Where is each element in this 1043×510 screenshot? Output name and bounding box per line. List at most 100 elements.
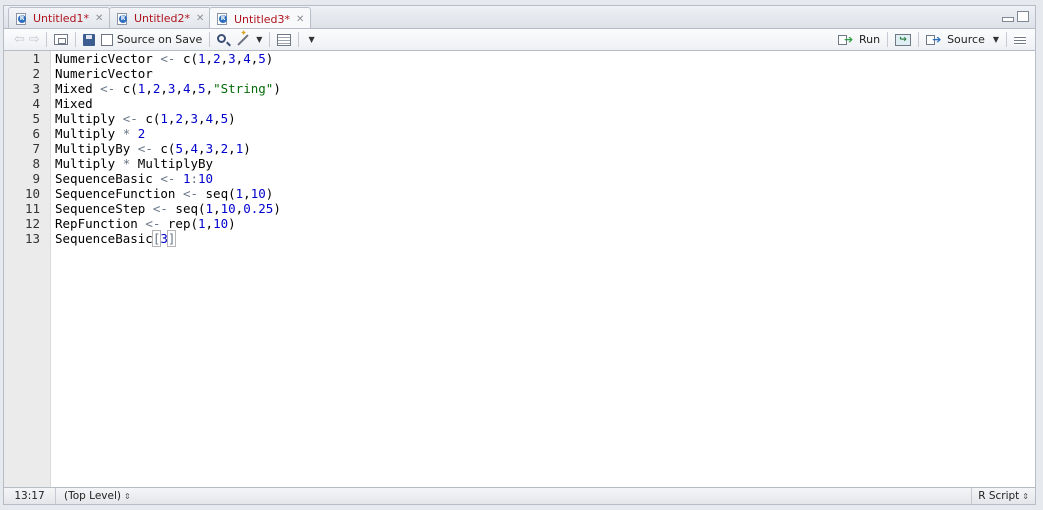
- code-token: ,: [205, 51, 214, 66]
- updown-icon: ⇕: [123, 492, 131, 501]
- code-token: 10: [198, 171, 214, 186]
- code-line[interactable]: Mixed <- c(1,2,3,4,5,"String"): [55, 81, 1035, 96]
- code-line[interactable]: NumericVector: [55, 66, 1035, 81]
- code-line[interactable]: SequenceBasic <- 1:10: [55, 171, 1035, 186]
- toolbar-separator: [209, 32, 211, 47]
- code-token: :: [190, 171, 199, 186]
- rerun-button[interactable]: ↪: [892, 30, 914, 49]
- code-token: 1: [205, 201, 214, 216]
- run-icon: ➔: [837, 33, 856, 46]
- file-type-label: R Script: [978, 490, 1020, 502]
- code-token: seq(: [167, 201, 206, 216]
- forward-arrow-icon[interactable]: ⇨: [27, 32, 42, 47]
- code-tools-button[interactable]: ▼: [233, 30, 265, 49]
- code-token: 2: [213, 51, 221, 66]
- toolbar-separator: [45, 32, 47, 47]
- code-token: seq(: [198, 186, 236, 201]
- source-on-save-toggle[interactable]: Source on Save: [98, 30, 205, 49]
- code-token: 2: [137, 126, 146, 141]
- code-token: c(: [175, 51, 198, 66]
- line-number: 5: [32, 111, 40, 126]
- save-icon: [82, 33, 95, 46]
- scope-selector[interactable]: (Top Level) ⇕: [56, 490, 131, 502]
- pane-window-controls: [1002, 11, 1029, 22]
- code-token: ,: [213, 111, 221, 126]
- code-token: ,: [205, 81, 214, 96]
- code-token: c(: [152, 141, 176, 156]
- report-icon: [277, 33, 292, 46]
- file-type-selector[interactable]: R Script ⇕: [971, 488, 1035, 504]
- code-token: 3: [228, 51, 236, 66]
- tab-untitled3[interactable]: R Untitled3* ✕: [209, 7, 312, 30]
- code-token: 2: [175, 111, 183, 126]
- code-editor[interactable]: 1 2 3 4 5 6 7 8 9 10 11 12 13 NumericVector <- c(1,2…: [3, 51, 1036, 487]
- close-tab-icon[interactable]: ✕: [196, 13, 204, 24]
- tab-label: Untitled2*: [134, 12, 191, 25]
- code-token: Multiply: [55, 111, 123, 126]
- code-token: Mixed: [55, 81, 101, 96]
- code-token: ,: [160, 81, 168, 96]
- code-area[interactable]: NumericVector <- c(1,2,3,4,5) NumericVect…: [55, 51, 1035, 247]
- back-arrow-icon[interactable]: ⇦: [12, 32, 27, 47]
- code-token: <-: [160, 171, 176, 186]
- scope-label: (Top Level): [64, 490, 121, 502]
- code-token: ]: [166, 230, 177, 247]
- search-icon: [217, 33, 227, 43]
- source-button[interactable]: ➔ Source: [923, 30, 988, 49]
- code-token: <-: [137, 141, 153, 156]
- document-outline-button[interactable]: [1011, 30, 1029, 49]
- code-line[interactable]: SequenceStep <- seq(1,10,0.25): [55, 201, 1035, 216]
- line-number: 3: [32, 81, 40, 96]
- code-token: c(: [115, 81, 138, 96]
- maximize-pane-icon[interactable]: [1017, 11, 1029, 22]
- close-tab-icon[interactable]: ✕: [95, 13, 103, 24]
- code-token: MultiplyBy: [55, 141, 138, 156]
- code-token: <-: [160, 51, 176, 66]
- code-line[interactable]: Multiply * MultiplyBy: [55, 156, 1035, 171]
- code-token: ): [243, 141, 251, 156]
- code-token: ,: [220, 51, 229, 66]
- code-line[interactable]: MultiplyBy <- c(5,4,3,2,1): [55, 141, 1035, 156]
- code-line[interactable]: RepFunction <- rep(1,10): [55, 216, 1035, 231]
- line-number: 10: [24, 186, 40, 201]
- code-token: ): [273, 81, 281, 96]
- code-line[interactable]: NumericVector <- c(1,2,3,4,5): [55, 51, 1035, 66]
- code-token: SequenceStep: [55, 201, 153, 216]
- cursor-position: 13:17: [4, 488, 56, 504]
- close-tab-icon[interactable]: ✕: [296, 14, 304, 25]
- minimize-pane-icon[interactable]: [1002, 17, 1014, 22]
- code-line[interactable]: Multiply * 2: [55, 126, 1035, 141]
- code-line[interactable]: SequenceBasic[3]: [55, 230, 1035, 247]
- code-line[interactable]: Mixed: [55, 96, 1035, 111]
- code-token: ,: [213, 141, 221, 156]
- code-token: ,: [182, 111, 191, 126]
- toolbar-separator: [298, 32, 300, 47]
- line-number: 2: [32, 66, 40, 81]
- r-script-icon: R: [116, 12, 130, 26]
- tab-untitled2[interactable]: R Untitled2* ✕: [109, 7, 212, 29]
- run-button[interactable]: ➔ Run: [835, 30, 883, 49]
- code-token: ,: [205, 216, 214, 231]
- outline-icon: [1014, 34, 1026, 45]
- source-on-save-checkbox[interactable]: [100, 33, 113, 46]
- find-replace-button[interactable]: [214, 30, 229, 49]
- code-token: 5: [258, 51, 266, 66]
- code-token: 1: [198, 216, 206, 231]
- compile-report-button[interactable]: [274, 30, 294, 49]
- chevron-down-icon: ▼: [308, 35, 315, 44]
- code-line[interactable]: Multiply <- c(1,2,3,4,5): [55, 111, 1035, 126]
- code-token: "String": [213, 81, 274, 96]
- source-options-dropdown[interactable]: ▼: [988, 30, 1002, 49]
- code-token: ): [228, 216, 236, 231]
- more-options-button[interactable]: ▼: [303, 30, 317, 49]
- code-line[interactable]: SequenceFunction <- seq(1,10): [55, 186, 1035, 201]
- tab-untitled1[interactable]: R Untitled1* ✕: [8, 7, 111, 29]
- code-token: ,: [228, 141, 236, 156]
- show-in-new-window-button[interactable]: [51, 30, 71, 49]
- code-token: ,: [213, 201, 221, 216]
- code-token: ,: [190, 81, 199, 96]
- code-token: ,: [145, 81, 153, 96]
- save-button[interactable]: [80, 30, 98, 49]
